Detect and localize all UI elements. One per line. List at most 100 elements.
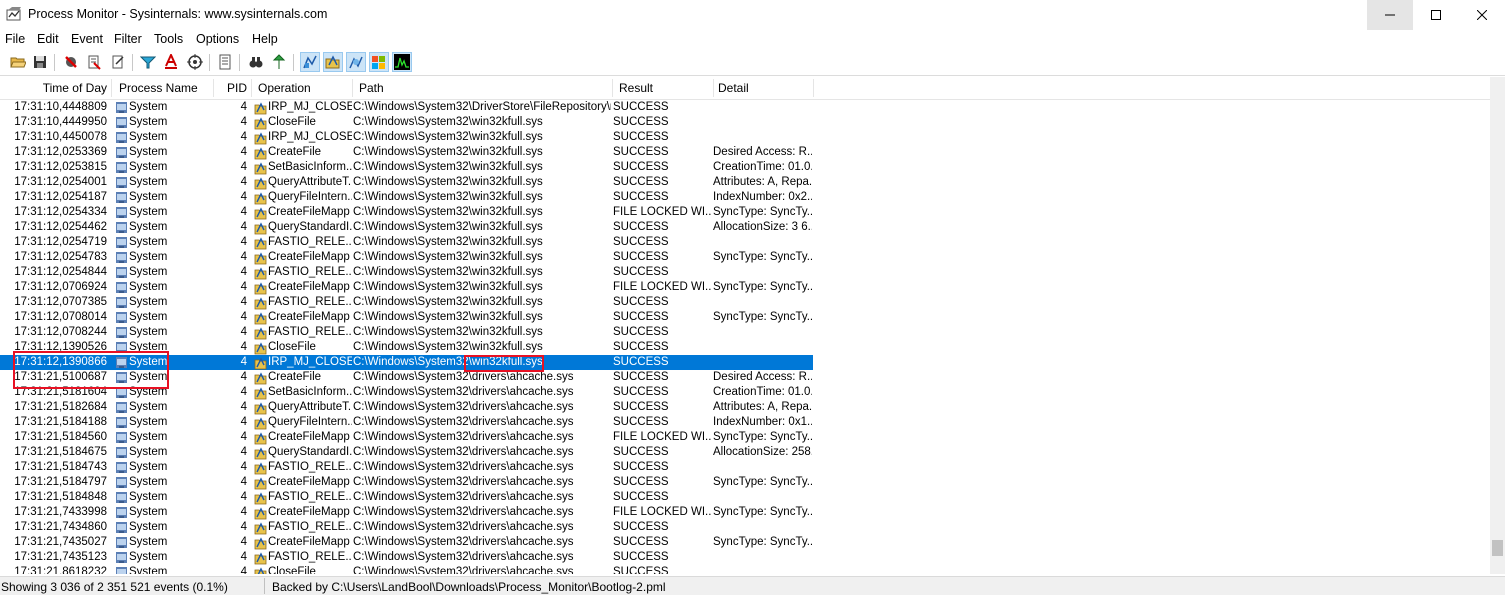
table-row[interactable]: 17:31:12,0254187 System 4 QueryFileIntern..… [0, 190, 813, 205]
table-row[interactable]: 17:31:12,0254462 System 4 QueryStandardI...… [0, 220, 813, 235]
cell-path: C:\Windows\System32\drivers\ahcache.sys [353, 386, 574, 398]
column-divider[interactable] [352, 79, 353, 97]
table-row[interactable]: 17:31:21,8618232 System 4 CloseFile C:\Windo… [0, 565, 813, 574]
table-row[interactable]: 17:31:21,5182684 System 4 QueryAttributeT..… [0, 400, 813, 415]
table-row[interactable]: 17:31:12,0706924 System 4 CreateFileMapp C:\… [0, 280, 813, 295]
file-system-operation-icon [254, 522, 267, 535]
cell-time: 17:31:12,0707385 [14, 296, 107, 308]
capture-button[interactable] [61, 52, 81, 72]
menu-event[interactable]: Event [71, 32, 103, 46]
cell-operation: FASTIO_RELE... [268, 236, 352, 248]
cell-pid: 4 [240, 416, 247, 428]
menu-filter[interactable]: Filter [114, 32, 142, 46]
table-row[interactable]: 17:31:21,7433998 System 4 CreateFileMapp C:\… [0, 505, 813, 520]
cell-process-name: System [129, 341, 168, 353]
autoscroll-button[interactable] [84, 52, 104, 72]
table-row[interactable]: 17:31:21,5184848 System 4 FASTIO_RELE... C:\… [0, 490, 813, 505]
system-process-icon [116, 417, 127, 428]
table-row[interactable]: 17:31:21,5181604 System 4 SetBasicInform...… [0, 385, 813, 400]
cell-operation: FASTIO_RELE... [268, 491, 352, 503]
column-path[interactable]: Path [355, 77, 612, 99]
column-detail[interactable]: Detail [714, 77, 813, 99]
menu-edit[interactable]: Edit [37, 32, 59, 46]
table-row[interactable]: 17:31:12,0708014 System 4 CreateFileMapp C:\… [0, 310, 813, 325]
cell-time: 17:31:12,0254001 [14, 176, 107, 188]
file-activity-icon [325, 55, 340, 69]
column-result[interactable]: Result [615, 77, 713, 99]
table-row[interactable]: 17:31:12,0253369 System 4 CreateFile C:\Wind… [0, 145, 813, 160]
table-row[interactable]: 17:31:21,5184675 System 4 QueryStandardI...… [0, 445, 813, 460]
column-divider[interactable] [813, 79, 814, 97]
column-time-of-day[interactable]: Time of Day [0, 77, 111, 99]
table-row[interactable]: 17:31:10,4449950 System 4 CloseFile C:\Windo… [0, 115, 813, 130]
table-row[interactable]: 17:31:12,0254334 System 4 CreateFileMapp C:\… [0, 205, 813, 220]
cell-operation: FASTIO_RELE... [268, 266, 352, 278]
highlight-button[interactable] [161, 52, 181, 72]
table-row[interactable]: 17:31:12,0254001 System 4 QueryAttributeT..… [0, 175, 813, 190]
menu-tools[interactable]: Tools [154, 32, 183, 46]
minimize-button[interactable] [1367, 0, 1413, 30]
target-button[interactable] [185, 52, 205, 72]
table-row[interactable]: 17:31:12,0253815 System 4 SetBasicInform...… [0, 160, 813, 175]
cell-time: 17:31:21,5184797 [14, 476, 107, 488]
filter-button[interactable] [138, 52, 158, 72]
cell-path: C:\Windows\System32\win32kfull.sys [353, 236, 543, 248]
table-row[interactable]: 17:31:21,5184560 System 4 CreateFileMapp C:\… [0, 430, 813, 445]
table-row[interactable]: 17:31:10,4450078 System 4 IRP_MJ_CLOSE C:\Wi… [0, 130, 813, 145]
scrollbar-thumb[interactable] [1492, 540, 1503, 556]
process-activity-toggle[interactable] [369, 52, 389, 72]
save-button[interactable] [30, 52, 50, 72]
file-system-operation-icon [254, 162, 267, 175]
cell-pid: 4 [240, 506, 247, 518]
cell-time: 17:31:12,0254844 [14, 266, 107, 278]
system-process-icon [116, 357, 127, 368]
column-process-name[interactable]: Process Name [115, 77, 213, 99]
cell-result: SUCCESS [613, 131, 669, 143]
network-activity-toggle[interactable] [346, 52, 366, 72]
column-pid[interactable]: PID [213, 77, 251, 99]
table-row[interactable]: 17:31:21,7435123 System 4 FASTIO_RELE... C:\… [0, 550, 813, 565]
file-activity-toggle[interactable] [323, 52, 343, 72]
vertical-scrollbar[interactable] [1490, 77, 1505, 574]
cell-operation: CreateFileMapp [268, 206, 350, 218]
column-divider[interactable] [111, 79, 112, 97]
process-tree-button[interactable] [215, 52, 235, 72]
table-row[interactable]: 17:31:12,0254844 System 4 FASTIO_RELE... C:\… [0, 265, 813, 280]
menu-help[interactable]: Help [252, 32, 278, 46]
open-button[interactable] [8, 52, 28, 72]
table-row[interactable]: 17:31:12,1390866 System 4 IRP_MJ_CLOSE C:\Wi… [0, 355, 813, 370]
close-button[interactable] [1459, 0, 1505, 30]
profiling-toggle[interactable] [392, 52, 412, 72]
table-row[interactable]: 17:31:10,4448809 System 4 IRP_MJ_CLOSE C:\Wi… [0, 100, 813, 115]
cell-pid: 4 [240, 476, 247, 488]
cell-result: SUCCESS [613, 356, 669, 368]
cell-detail [713, 130, 812, 145]
table-row[interactable]: 17:31:21,7435027 System 4 CreateFileMapp C:\… [0, 535, 813, 550]
cell-detail: Desired Access: R... [713, 146, 812, 158]
table-row[interactable]: 17:31:12,1390526 System 4 CloseFile C:\Windo… [0, 340, 813, 355]
column-divider[interactable] [612, 79, 613, 97]
cell-path: C:\Windows\System32\win32kfull.sys [353, 116, 543, 128]
cell-result: SUCCESS [613, 521, 669, 533]
find-button[interactable] [246, 52, 266, 72]
cell-pid: 4 [240, 206, 247, 218]
table-row[interactable]: 17:31:21,7434860 System 4 FASTIO_RELE... C:\… [0, 520, 813, 535]
table-row[interactable]: 17:31:21,5184743 System 4 FASTIO_RELE... C:\… [0, 460, 813, 475]
column-divider[interactable] [251, 79, 252, 97]
jump-button[interactable] [269, 52, 289, 72]
menu-file[interactable]: File [5, 32, 25, 46]
toolbar-separator [293, 54, 294, 71]
cell-result: SUCCESS [613, 401, 669, 413]
clear-button[interactable] [108, 52, 128, 72]
maximize-button[interactable] [1413, 0, 1459, 30]
table-row[interactable]: 17:31:12,0707385 System 4 FASTIO_RELE... C:\… [0, 295, 813, 310]
table-row[interactable]: 17:31:12,0708244 System 4 FASTIO_RELE... C:\… [0, 325, 813, 340]
table-row[interactable]: 17:31:12,0254783 System 4 CreateFileMapp C:\… [0, 250, 813, 265]
menu-options[interactable]: Options [196, 32, 239, 46]
table-row[interactable]: 17:31:21,5184797 System 4 CreateFileMapp C:\… [0, 475, 813, 490]
table-row[interactable]: 17:31:12,0254719 System 4 FASTIO_RELE... C:\… [0, 235, 813, 250]
registry-activity-toggle[interactable] [300, 52, 320, 72]
table-row[interactable]: 17:31:21,5100687 System 4 CreateFile C:\Wind… [0, 370, 813, 385]
table-row[interactable]: 17:31:21,5184188 System 4 QueryFileIntern..… [0, 415, 813, 430]
column-operation[interactable]: Operation [254, 77, 352, 99]
